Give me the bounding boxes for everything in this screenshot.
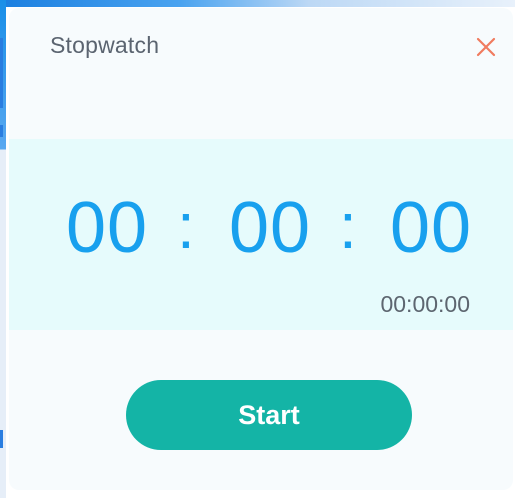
background-edge-mark: [0, 125, 3, 137]
background-window-top-edge: [0, 0, 515, 7]
seconds-display: 00: [390, 188, 473, 268]
background-edge-mark: [0, 430, 3, 448]
stopwatch-dialog: Stopwatch 00 : 00 : 00 00:00:00 Start: [9, 8, 513, 490]
elapsed-time-text: 00:00:00: [380, 291, 470, 317]
time-display-panel: 00 : 00 : 00 00:00:00: [9, 139, 513, 330]
close-button[interactable]: [471, 32, 501, 62]
time-separator: :: [339, 190, 357, 262]
minutes-display: 00: [229, 188, 312, 268]
large-time-readout: 00 : 00 : 00: [9, 183, 513, 273]
close-x-icon: [476, 37, 496, 57]
background-window-left-edge: [0, 0, 6, 498]
background-edge-mark: [0, 38, 3, 108]
dialog-title: Stopwatch: [50, 32, 160, 58]
start-button[interactable]: Start: [126, 380, 412, 450]
time-separator: :: [177, 190, 195, 262]
hours-display: 00: [66, 188, 149, 268]
